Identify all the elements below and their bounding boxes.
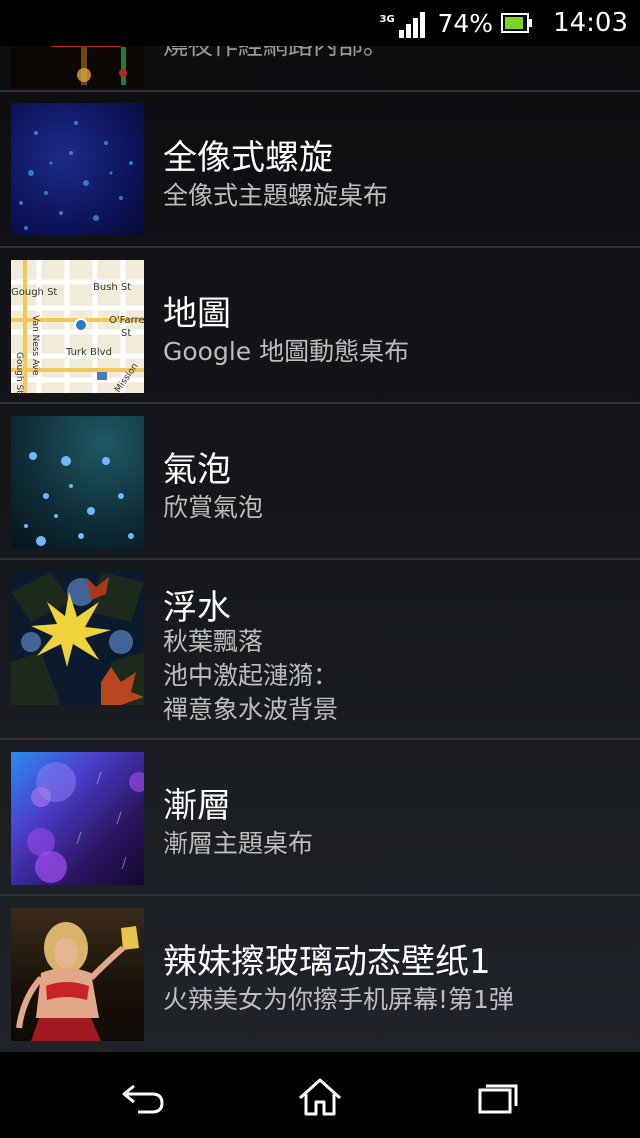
battery-percentage: 74% (437, 8, 494, 38)
home-button[interactable] (290, 1072, 350, 1120)
map-label: Turk Blvd (65, 347, 112, 358)
signal-indicator: 3G (379, 8, 429, 38)
battery-icon (501, 13, 533, 33)
network-type-label: 3G (379, 14, 395, 25)
wallpaper-description: 漸層主題桌布 (163, 829, 314, 858)
clock: 14:03 (553, 8, 628, 38)
list-item[interactable]: 漸層 漸層主題桌布 (0, 740, 640, 896)
live-wallpaper-list: 燒夜作經網路內部。 全像式螺旋 全像式主題螺旋桌布 (0, 0, 640, 1052)
map-label: O'Farrell (109, 315, 144, 326)
wallpaper-description: 全像式主題螺旋桌布 (163, 181, 389, 210)
wallpaper-thumbnail (11, 908, 144, 1041)
wallpaper-thumbnail (11, 572, 144, 705)
map-label: Gough St (11, 287, 57, 298)
list-item[interactable]: 浮水 秋葉飄落 池中激起漣漪： 禪意象水波背景 (0, 560, 640, 740)
wallpaper-title: 氣泡 (163, 450, 231, 490)
list-item[interactable]: 氣泡 欣賞氣泡 (0, 404, 640, 560)
wallpaper-description-line: 禪意象水波背景 (163, 695, 339, 724)
wallpaper-thumbnail (11, 103, 144, 236)
wallpaper-description: Google 地圖動態桌布 (163, 337, 410, 366)
back-arrow-icon (122, 1084, 164, 1114)
wallpaper-thumbnail (11, 752, 144, 885)
status-bar: 3G 74% 14:03 (0, 0, 640, 46)
wallpaper-thumbnail: Gough St Bush St O'Farrell St Turk Blvd … (11, 260, 144, 393)
recent-apps-icon (478, 1084, 518, 1114)
wallpaper-thumbnail (11, 416, 144, 549)
home-icon (298, 1078, 342, 1116)
list-item[interactable]: 全像式螺旋 全像式主題螺旋桌布 (0, 92, 640, 248)
map-label: Gough St (14, 352, 24, 393)
wallpaper-description: 欣賞氣泡 (163, 493, 264, 522)
list-item[interactable]: Gough St Bush St O'Farrell St Turk Blvd … (0, 248, 640, 404)
wallpaper-title: 地圖 (163, 294, 231, 334)
back-button[interactable] (112, 1072, 172, 1120)
map-label: St (121, 328, 131, 339)
map-label: Van Ness Ave (30, 315, 40, 376)
map-label: Mission (113, 362, 140, 393)
map-label: Bush St (93, 282, 131, 293)
recent-apps-button[interactable] (468, 1072, 528, 1120)
wallpaper-description: 火辣美女为你擦手机屏幕!第1弹 (163, 985, 514, 1014)
signal-strength-icon (399, 8, 429, 38)
wallpaper-description-line: 秋葉飄落 (163, 627, 264, 656)
list-item[interactable]: 辣妹擦玻璃动态壁纸1 火辣美女为你擦手机屏幕!第1弹 (0, 896, 640, 1052)
wallpaper-title: 全像式螺旋 (163, 138, 333, 178)
wallpaper-title: 漸層 (163, 786, 231, 826)
wallpaper-description-line: 池中激起漣漪： (163, 661, 339, 690)
wallpaper-title: 浮水 (163, 588, 231, 628)
navigation-bar (0, 1052, 640, 1138)
wallpaper-title: 辣妹擦玻璃动态壁纸1 (163, 942, 491, 982)
